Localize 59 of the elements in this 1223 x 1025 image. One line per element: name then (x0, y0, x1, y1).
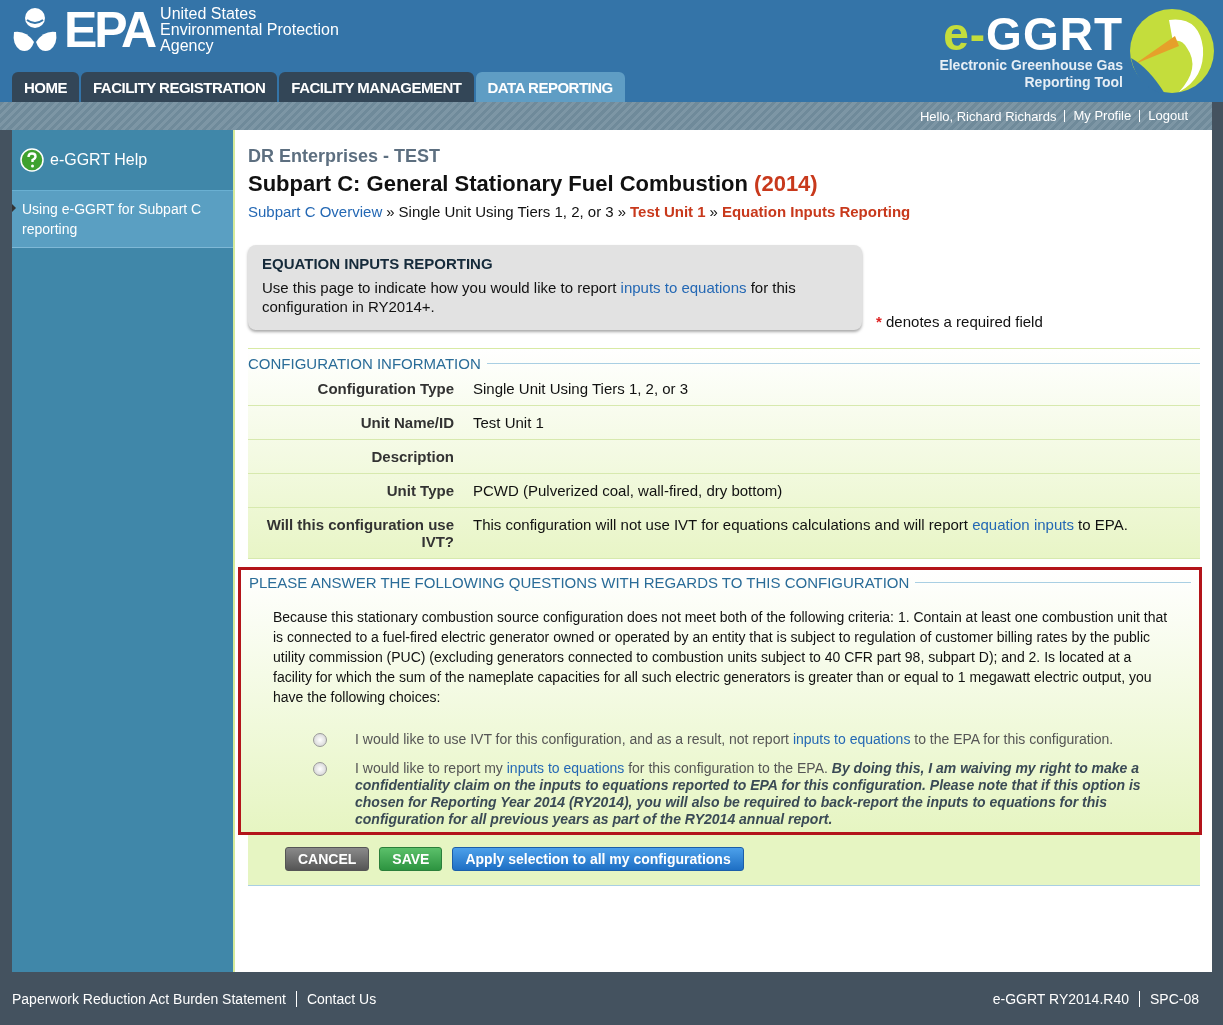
text-link[interactable]: equation inputs (972, 516, 1074, 533)
field-label: Unit Type (248, 474, 454, 508)
intro-paragraph: Because this stationary combustion source configuration does not meet both of the following criteria: 1. Contain at least one combustion unit that is connected to a fuel-fired electric generator owned or operated by an entity that is subject to regulation of customer billing rates by the public utility commission (PUC) (excluding generators connected to combustion units subject to 40 CFR part 98, subpart D); and 2. Is located at a facility for which the sum of the nameplate capacities for all such electric generators is greater than or equal to 1 megawatt electric output, you have the following choices: (272, 608, 1169, 707)
footer-text: e-GGRT RY2014.R40 (992, 990, 1130, 1007)
apply-button[interactable]: Apply selection to all my configurations (452, 847, 744, 871)
cancel-button[interactable]: CANCEL (285, 847, 370, 871)
nav-tab[interactable]: FACILITY MANAGEMENT (279, 72, 474, 102)
panel-text: Use this page to indicate how you would like to report inputs to equations for this configuration in RY2014+. (262, 278, 797, 316)
logo-text: EPA (64, 6, 155, 54)
field-label: Configuration Type (248, 372, 454, 406)
section-title: PLEASE ANSWER THE FOLLOWING QUESTIONS WITH REGARDS TO THIS CONFIGURATION (249, 574, 910, 591)
breadcrumb-item: Single Unit Using Tiers 1, 2, or 3 (398, 203, 614, 220)
nav-tab[interactable]: FACILITY REGISTRATION (81, 72, 278, 102)
tool-subtitle: Electronic Greenhouse Gas (939, 57, 1123, 74)
text-link[interactable]: inputs to equations (506, 760, 625, 776)
sidebar-item[interactable]: Using e-GGRT for Subpart C reporting (12, 190, 233, 248)
field-value: This configuration will not use IVT for equations calculations and will report equation inputs to EPA. (473, 516, 1128, 533)
greeting-text: Hello, Richard Richards (919, 108, 1057, 124)
tool-logo-text: e-GGRT (943, 11, 1123, 57)
agency-name: Agency (160, 38, 215, 54)
header-link[interactable]: Logout (1139, 110, 1188, 122)
header-link[interactable]: My Profile (1064, 110, 1132, 122)
breadcrumb-separator: » (386, 203, 395, 220)
field-label: Unit Name/ID (248, 406, 454, 440)
option-text: I would like to report my inputs to equations for this configuration to the EPA. By doing this, I am waiving my right to make a confidentiality claim on the inputs to equations reported to EPA for this configuration. Please note that if this option is chosen for Reporting Year 2014 (RY2014), you will also be required to back-report the inputs to equations for this configuration for all previous years as part of the RY2014 annual report. (355, 760, 1142, 828)
heron-logo-icon (1129, 8, 1215, 94)
breadcrumb-item: Test Unit 1 (630, 203, 706, 220)
nav-tab[interactable]: DATA REPORTING (475, 72, 625, 102)
panel-title: EQUATION INPUTS REPORTING (262, 255, 494, 272)
option-text: I would like to use IVT for this configuration, and as a result, not report inputs to equations to the EPA for this configuration. (355, 731, 1114, 748)
pointer-icon (12, 204, 16, 212)
radio-button[interactable] (313, 762, 327, 776)
flower-logo-icon (12, 6, 58, 54)
footer-link[interactable]: Paperwork Reduction Act Burden Statement (12, 990, 296, 1007)
field-value: Test Unit 1 (473, 414, 544, 431)
breadcrumb-item: Equation Inputs Reporting (721, 203, 911, 220)
sidebar-title: e-GGRT Help (50, 151, 148, 169)
breadcrumb-separator: » (709, 203, 718, 220)
agency-name: United States (160, 6, 258, 22)
text-link[interactable]: inputs to equations (792, 731, 911, 747)
field-value: PCWD (Pulverized coal, wall-fired, dry bottom) (473, 482, 783, 499)
breadcrumb-link[interactable]: Subpart C Overview (248, 203, 383, 220)
field-value: Single Unit Using Tiers 1, 2, or 3 (473, 380, 689, 397)
field-label: Will this configuration use IVT? (248, 508, 454, 559)
radio-button[interactable] (313, 733, 327, 747)
agency-name: Environmental Protection (160, 22, 339, 38)
text-link[interactable]: inputs to equations (620, 279, 747, 296)
save-button[interactable]: SAVE (379, 847, 443, 871)
breadcrumb-separator: » (617, 203, 626, 220)
nav-tab[interactable]: HOME (12, 72, 79, 102)
required-note: * denotes a required field (876, 313, 1043, 330)
help-icon (20, 148, 44, 172)
field-label: Description (248, 440, 454, 474)
footer-link[interactable]: Contact Us (295, 990, 387, 1007)
footer-text: SPC-08 (1138, 990, 1209, 1007)
tool-subtitle: Reporting Tool (1024, 74, 1123, 91)
page-title: Subpart C: General Stationary Fuel Combustion (2014) (248, 171, 819, 197)
section-title: CONFIGURATION INFORMATION (248, 355, 481, 372)
company-name: DR Enterprises - TEST (248, 146, 442, 167)
